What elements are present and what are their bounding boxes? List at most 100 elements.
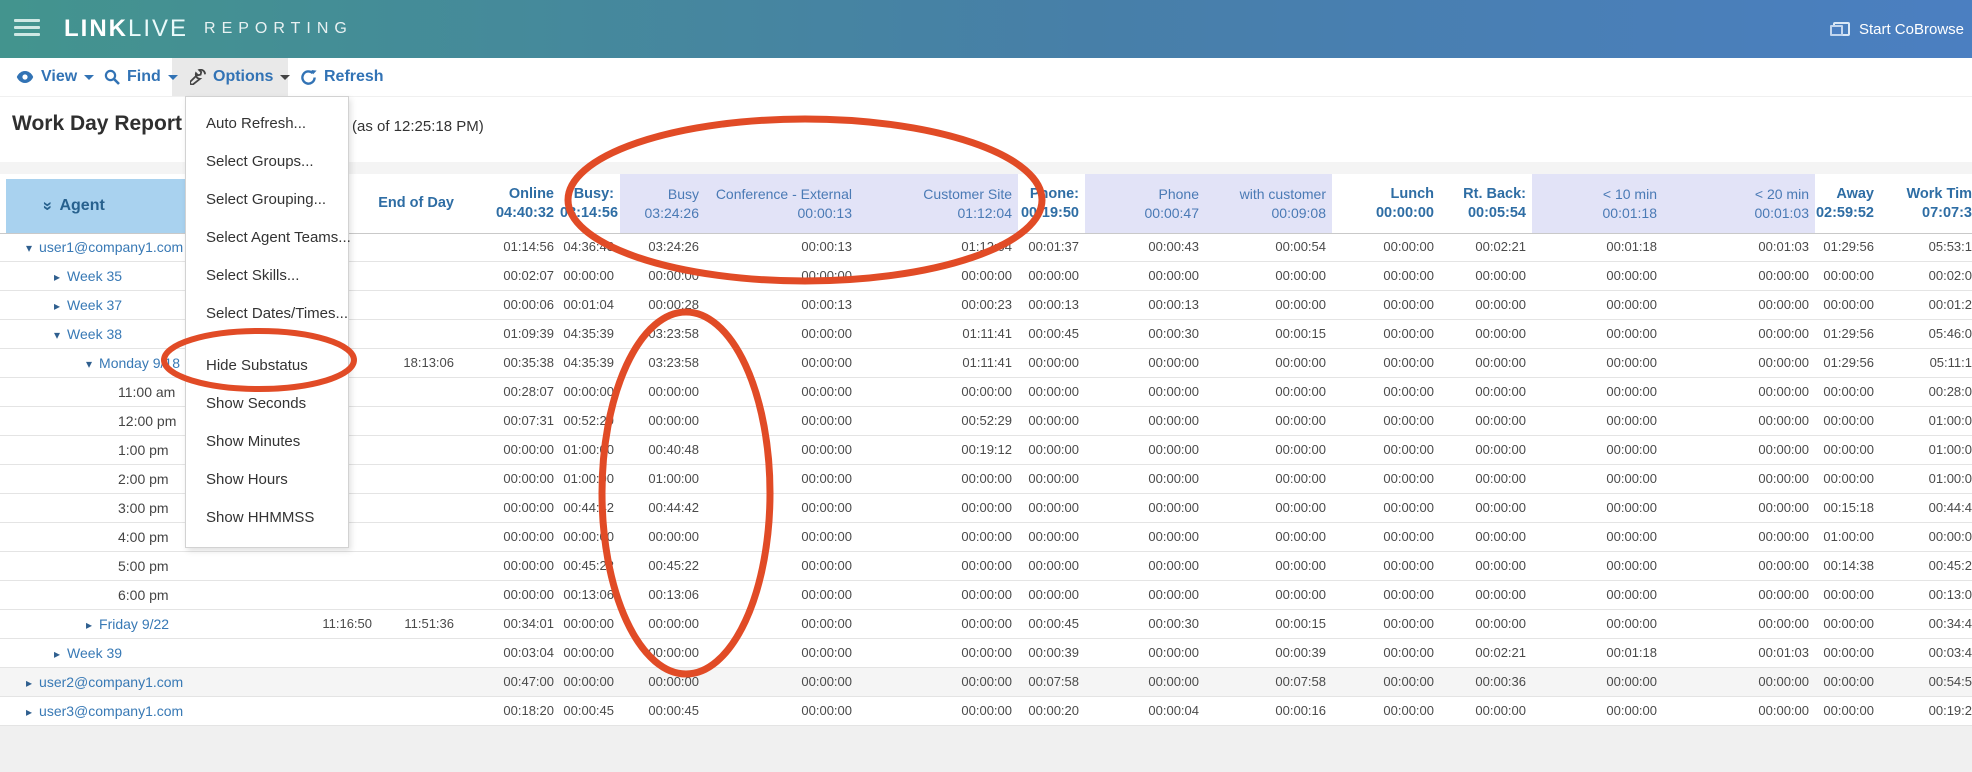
- column-total: 07:07:3: [1892, 204, 1972, 223]
- tree-toggle-week-37[interactable]: ▸Week 37: [54, 291, 122, 320]
- tree-toggle-user3-company1-com[interactable]: ▸user3@company1.com: [26, 697, 183, 726]
- menu-item-select-dates-times[interactable]: Select Dates/Times...: [186, 295, 348, 333]
- row-label-text: 5:00 pm: [118, 558, 169, 574]
- cell-work_time: 00:34:4: [1892, 610, 1972, 639]
- tree-toggle-week-39[interactable]: ▸Week 39: [54, 639, 122, 668]
- menu-item-show-seconds[interactable]: Show Seconds: [186, 385, 348, 423]
- cell-phone_total: 00:00:00: [1018, 523, 1085, 552]
- cell-phone_total: 00:00:00: [1018, 581, 1085, 610]
- cell-online: 00:00:00: [466, 494, 560, 523]
- cell-busy_total: 00:00:45: [560, 697, 620, 726]
- column-total: 00:19:50: [1018, 204, 1079, 223]
- cell-lunch: 00:00:00: [1332, 465, 1440, 494]
- column-header-lunch[interactable]: Lunch00:00:00: [1332, 174, 1440, 233]
- row-label-text: 12:00 pm: [118, 413, 176, 429]
- column-header-with_customer[interactable]: with customer00:09:08: [1205, 174, 1332, 233]
- row-label-text: Week 39: [67, 645, 122, 661]
- cell-conference_external: 00:00:00: [705, 262, 858, 291]
- column-header-rt_back[interactable]: Rt. Back:00:05:54: [1440, 174, 1532, 233]
- column-header-online[interactable]: Online04:40:32: [466, 174, 560, 233]
- menu-item-select-agent-teams[interactable]: Select Agent Teams...: [186, 219, 348, 257]
- column-header-work_time[interactable]: Work Tim07:07:3: [1892, 174, 1972, 233]
- cell-work_time: 00:00:0: [1892, 523, 1972, 552]
- cell-away: 01:00:00: [1815, 523, 1880, 552]
- cell-lt_20_min: 00:00:00: [1663, 349, 1815, 378]
- cell-phone_sub: 00:00:00: [1085, 349, 1205, 378]
- refresh-button[interactable]: Refresh: [300, 58, 384, 96]
- cell-customer_site: 00:00:00: [858, 668, 1018, 697]
- cell-busy_total: 00:44:42: [560, 494, 620, 523]
- menu-item-select-groups[interactable]: Select Groups...: [186, 143, 348, 181]
- search-icon: [104, 69, 120, 85]
- column-header-busy_sub[interactable]: Busy03:24:26: [620, 174, 705, 233]
- cell-conference_external: 00:00:00: [705, 697, 858, 726]
- column-label: Conference - External: [705, 185, 852, 204]
- column-header-away[interactable]: Away02:59:52: [1815, 174, 1880, 233]
- cell-away: 00:00:00: [1815, 697, 1880, 726]
- cell-lt_10_min: 00:00:00: [1532, 697, 1663, 726]
- cell-work_time: 01:00:0: [1892, 465, 1972, 494]
- column-header-lt_10_min[interactable]: < 10 min00:01:18: [1532, 174, 1663, 233]
- cell-customer_site: 01:11:41: [858, 349, 1018, 378]
- tree-toggle-user2-company1-com[interactable]: ▸user2@company1.com: [26, 668, 183, 697]
- cell-away: 00:00:00: [1815, 291, 1880, 320]
- cell-online: 00:34:01: [466, 610, 560, 639]
- cell-lt_10_min: 00:00:00: [1532, 552, 1663, 581]
- tree-toggle-user1-company1-com[interactable]: ▾user1@company1.com: [26, 233, 183, 262]
- column-header-customer_site[interactable]: Customer Site01:12:04: [858, 174, 1018, 233]
- menu-item-select-skills[interactable]: Select Skills...: [186, 257, 348, 295]
- cell-phone_total: 00:00:20: [1018, 697, 1085, 726]
- column-header-end_of_day[interactable]: End of Day: [378, 174, 460, 233]
- column-total: 01:12:04: [858, 204, 1012, 223]
- cell-lt_10_min: 00:00:00: [1532, 581, 1663, 610]
- cell-rt_back: 00:00:00: [1440, 349, 1532, 378]
- cell-online: 01:14:56: [466, 233, 560, 262]
- row-label-text: Monday 9/18: [99, 355, 180, 371]
- cell-busy_total: 01:00:00: [560, 465, 620, 494]
- cell-lt_20_min: 00:00:00: [1663, 581, 1815, 610]
- column-header-phone_total[interactable]: Phone:00:19:50: [1018, 174, 1085, 233]
- hamburger-menu-icon[interactable]: [14, 19, 40, 39]
- menu-item-hide-substatus[interactable]: Hide Substatus: [186, 347, 348, 385]
- cell-busy_sub: 03:23:58: [620, 320, 705, 349]
- tree-toggle-week-35[interactable]: ▸Week 35: [54, 262, 122, 291]
- tree-toggle-friday-9-22[interactable]: ▸Friday 9/22: [86, 610, 169, 639]
- row-label-text: 3:00 pm: [118, 500, 169, 516]
- chevron-down-icon: [168, 75, 178, 80]
- cell-conference_external: 00:00:00: [705, 349, 858, 378]
- column-header-busy_total[interactable]: Busy:03:14:56: [560, 174, 620, 233]
- cell-online: 00:00:00: [466, 436, 560, 465]
- column-header-conference_external[interactable]: Conference - External00:00:13: [705, 174, 858, 233]
- view-menu-button[interactable]: View: [16, 58, 94, 96]
- cell-work_time: 00:19:2: [1892, 697, 1972, 726]
- find-menu-button[interactable]: Find: [104, 58, 178, 96]
- menu-item-show-hhmmss[interactable]: Show HHMMSS: [186, 499, 348, 537]
- cell-lt_10_min: 00:00:00: [1532, 523, 1663, 552]
- cell-conference_external: 00:00:00: [705, 668, 858, 697]
- row-label: 5:00 pm: [118, 552, 169, 581]
- cell-lunch: 00:00:00: [1332, 262, 1440, 291]
- chevron-down-icon: [84, 75, 94, 80]
- column-header-phone_sub[interactable]: Phone00:00:47: [1085, 174, 1205, 233]
- menu-item-show-minutes[interactable]: Show Minutes: [186, 423, 348, 461]
- tree-toggle-week-38[interactable]: ▾Week 38: [54, 320, 122, 349]
- column-header-lt_20_min[interactable]: < 20 min00:01:03: [1663, 174, 1815, 233]
- menu-item-select-grouping[interactable]: Select Grouping...: [186, 181, 348, 219]
- cell-phone_sub: 00:00:00: [1085, 523, 1205, 552]
- options-menu-button[interactable]: Options: [190, 58, 290, 96]
- cell-rt_back: 00:00:00: [1440, 697, 1532, 726]
- tree-toggle-monday-9-18[interactable]: ▾Monday 9/18: [86, 349, 180, 378]
- cell-busy_total: 00:00:00: [560, 668, 620, 697]
- cell-phone_total: 00:00:00: [1018, 436, 1085, 465]
- menu-item-auto-refresh[interactable]: Auto Refresh...: [186, 105, 348, 143]
- cell-work_time: 00:13:0: [1892, 581, 1972, 610]
- cell-lt_10_min: 00:00:00: [1532, 465, 1663, 494]
- cell-away: 00:00:00: [1815, 581, 1880, 610]
- column-label: < 10 min: [1532, 185, 1657, 204]
- start-cobrowse-button[interactable]: Start CoBrowse: [1830, 0, 1964, 58]
- cell-busy_sub: 00:00:00: [620, 668, 705, 697]
- row-label-text: 2:00 pm: [118, 471, 169, 487]
- menu-item-show-hours[interactable]: Show Hours: [186, 461, 348, 499]
- cell-phone_total: 00:00:45: [1018, 320, 1085, 349]
- row-label-text: 4:00 pm: [118, 529, 169, 545]
